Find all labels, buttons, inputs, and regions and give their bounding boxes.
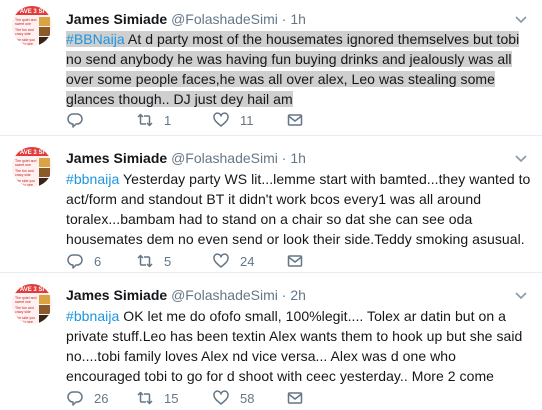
svg-text:AVE 3 SI: AVE 3 SI	[20, 9, 45, 15]
user-handle[interactable]: @FolashadeSimi	[171, 287, 278, 303]
tweet[interactable]: AVE 3 SI The quiet and sweet one The fun…	[0, 274, 542, 410]
like-button[interactable]: 11	[212, 111, 254, 129]
avatar-image: AVE 3 SI The quiet and sweet one The fun…	[12, 6, 52, 46]
tweet-actions: 6 5 24	[66, 252, 526, 270]
reply-button[interactable]: 6	[66, 252, 101, 270]
avatar-image: AVE 3 SI The quiet and sweet one The fun…	[12, 147, 52, 187]
reply-button[interactable]	[66, 111, 94, 129]
timestamp[interactable]: 1h	[290, 150, 306, 166]
like-button[interactable]: 24	[212, 252, 254, 270]
hashtag-link[interactable]: #BBNaija	[66, 31, 125, 47]
tweet-header: James Simiade @FolashadeSimi · 1h	[66, 10, 306, 28]
like-count: 11	[240, 112, 254, 128]
display-name[interactable]: James Simiade	[66, 287, 167, 303]
hashtag-link[interactable]: #bbnaija	[66, 308, 119, 324]
hashtag-link[interactable]: #bbnaija	[66, 171, 119, 187]
chevron-down-icon[interactable]	[514, 290, 528, 302]
timestamp[interactable]: 2h	[290, 287, 306, 303]
svg-text:crazy side: crazy side	[15, 173, 31, 177]
heart-icon	[213, 112, 229, 127]
tweet-actions: 26 15 58	[66, 389, 526, 407]
tweet-text: #bbnaija Yesterday party WS lit...lemme …	[66, 169, 532, 249]
separator: ·	[281, 150, 287, 166]
timestamp[interactable]: 1h	[290, 11, 306, 27]
avatar[interactable]: AVE 3 SI The quiet and sweet one The fun…	[12, 6, 52, 46]
separator: ·	[281, 287, 287, 303]
retweet-icon	[137, 113, 153, 127]
svg-text:crazy side: crazy side	[15, 310, 31, 314]
tweet-header: James Simiade @FolashadeSimi · 2h	[66, 286, 306, 304]
like-count: 58	[240, 390, 255, 406]
retweet-button[interactable]: 5	[136, 252, 171, 270]
tweet[interactable]: AVE 3 SI The quiet and sweet one The fun…	[0, 137, 542, 273]
tweet[interactable]: AVE 3 SI The quiet and sweet one The fun…	[0, 0, 542, 136]
svg-text:AVE 3 SI: AVE 3 SI	[20, 287, 45, 293]
retweet-count: 15	[164, 390, 179, 406]
reply-icon	[67, 391, 83, 406]
display-name[interactable]: James Simiade	[66, 11, 167, 27]
heart-icon	[213, 390, 229, 405]
retweet-button[interactable]: 15	[136, 389, 178, 407]
retweet-icon	[137, 391, 153, 405]
tweet-body: At d party most of the housemates ignore…	[66, 31, 520, 107]
tweet-body: Yesterday party WS lit...lemme start wit…	[66, 171, 531, 247]
tweet-actions: 1 11	[66, 111, 526, 129]
chevron-down-icon[interactable]	[514, 153, 528, 165]
svg-text:sweet one: sweet one	[15, 300, 31, 304]
svg-text:AVE 3 SI: AVE 3 SI	[20, 150, 45, 156]
display-name[interactable]: James Simiade	[66, 150, 167, 166]
tweet-text: #BBNaija At d party most of the housemat…	[66, 29, 532, 109]
svg-text:sweet one: sweet one	[15, 22, 31, 26]
like-button[interactable]: 58	[212, 389, 254, 407]
heart-icon	[213, 253, 229, 268]
reply-count: 26	[94, 390, 109, 406]
direct-message-button[interactable]	[286, 111, 304, 129]
envelope-icon	[287, 255, 303, 267]
svg-text:crazy side: crazy side	[15, 32, 31, 36]
svg-text:want to see: want to see	[15, 183, 33, 187]
tweet-header: James Simiade @FolashadeSimi · 1h	[66, 149, 306, 167]
like-count: 24	[240, 253, 255, 269]
retweet-icon	[137, 254, 153, 268]
envelope-icon	[287, 392, 303, 404]
avatar[interactable]: AVE 3 SI The quiet and sweet one The fun…	[12, 284, 52, 324]
direct-message-button[interactable]	[286, 252, 304, 270]
direct-message-button[interactable]	[286, 389, 304, 407]
chevron-down-icon[interactable]	[514, 14, 528, 26]
reply-icon	[67, 254, 83, 269]
svg-text:want to see: want to see	[15, 320, 33, 324]
reply-count: 6	[94, 253, 102, 269]
tweet-text: #bbnaija OK let me do ofofo small, 100%l…	[66, 306, 532, 386]
avatar[interactable]: AVE 3 SI The quiet and sweet one The fun…	[12, 147, 52, 187]
user-handle[interactable]: @FolashadeSimi	[171, 150, 278, 166]
retweet-button[interactable]: 1	[136, 111, 171, 129]
avatar-image: AVE 3 SI The quiet and sweet one The fun…	[12, 284, 52, 324]
user-handle[interactable]: @FolashadeSimi	[171, 11, 278, 27]
envelope-icon	[287, 114, 303, 126]
separator: ·	[281, 11, 287, 27]
svg-text:want to see: want to see	[15, 42, 33, 46]
retweet-count: 1	[164, 112, 172, 128]
reply-button[interactable]: 26	[66, 389, 108, 407]
svg-text:sweet one: sweet one	[15, 163, 31, 167]
reply-icon	[67, 113, 83, 128]
tweet-body: OK let me do ofofo small, 100%legit.... …	[66, 308, 523, 384]
retweet-count: 5	[164, 253, 172, 269]
